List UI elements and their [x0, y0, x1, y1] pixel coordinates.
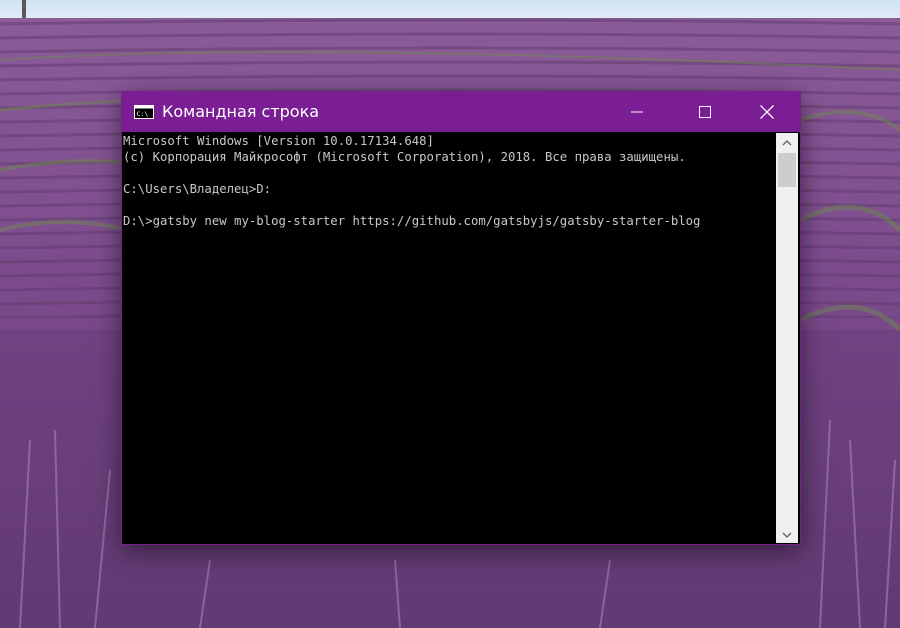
console-lines: Microsoft Windows [Version 10.0.17134.64… — [123, 133, 700, 229]
cmd-icon: C:\ — [134, 105, 154, 119]
console-command-line[interactable]: D:\>gatsby new my-blog-starter https://g… — [123, 213, 700, 229]
console-line: C:\Users\Владелец>D: — [123, 182, 272, 196]
svg-text:C:\: C:\ — [137, 110, 149, 118]
title-bar[interactable]: C:\ Командная строка — [122, 92, 800, 132]
chevron-down-icon — [782, 525, 792, 543]
scroll-up-button[interactable] — [776, 133, 798, 151]
command-prompt-window[interactable]: C:\ Командная строка Microsoft Windows [… — [121, 91, 801, 545]
console-output[interactable]: Microsoft Windows [Version 10.0.17134.64… — [123, 133, 775, 543]
minimize-button[interactable] — [614, 92, 660, 132]
console-line: Microsoft Windows [Version 10.0.17134.64… — [123, 134, 434, 148]
minimize-icon — [631, 106, 643, 118]
close-button[interactable] — [744, 92, 790, 132]
close-icon — [760, 105, 774, 119]
chevron-up-icon — [782, 133, 792, 151]
maximize-button[interactable] — [682, 92, 728, 132]
scroll-down-button[interactable] — [776, 525, 798, 543]
console-line: (c) Корпорация Майкрософт (Microsoft Cor… — [123, 150, 686, 164]
window-title: Командная строка — [162, 102, 320, 121]
maximize-icon — [699, 106, 711, 118]
vertical-scrollbar[interactable] — [776, 133, 798, 543]
scroll-thumb[interactable] — [778, 153, 796, 187]
